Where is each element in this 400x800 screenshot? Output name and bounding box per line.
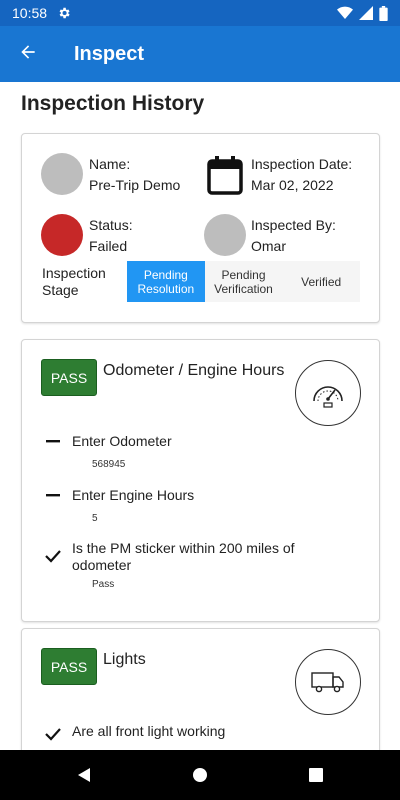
page-title: Inspection History [21,92,205,115]
settings-icon [57,6,71,20]
check-icon [45,728,61,741]
name-label: Name: [89,156,131,172]
item-answer: Pass [92,579,115,590]
pass-badge: PASS [41,359,97,396]
status-indicator [41,214,83,256]
cellular-icon [359,6,373,20]
inspection-summary-card: Name: Pre-Trip Demo Inspection Date: Mar… [21,133,380,323]
check-card-odometer[interactable]: PASS Odometer / Engine Hours Enter Odome… [21,339,380,622]
inspected-by-label: Inspected By: [251,217,336,233]
name-avatar [41,153,83,195]
item-question: Enter Odometer [72,433,172,449]
inspected-by-value: Omar [251,238,286,254]
check-title: Lights [103,651,146,668]
item-answer: 568945 [92,459,126,470]
truck-icon [295,649,361,715]
status-icons [337,5,388,21]
check-title: Odometer / Engine Hours [103,362,285,379]
stage-toggle: Pending Resolution Pending Verification … [127,261,360,302]
dash-icon [46,440,60,443]
item-question: Enter Engine Hours [72,487,195,503]
navigation-bar [0,750,400,800]
dash-icon [46,494,60,497]
status-value: Failed [89,238,128,254]
inspection-date-value: Mar 02, 2022 [251,177,334,193]
wifi-icon [337,6,353,20]
arrow-back-icon [18,42,38,67]
stage-pending-resolution-button[interactable]: Pending Resolution [127,261,205,302]
status-label: Status: [89,217,133,233]
name-value: Pre-Trip Demo [89,177,181,193]
app-bar: Inspect [0,26,400,82]
app-title: Inspect [74,42,145,65]
check-card-lights[interactable]: PASS Lights Are all front light working [21,628,380,750]
status-bar: 10:58 [0,0,400,26]
item-question: Is the PM sticker within 200 miles of od… [72,540,295,573]
battery-icon [379,5,388,21]
nav-home-icon [193,768,207,782]
nav-back-icon [78,768,90,782]
status-left: 10:58 [12,5,71,21]
speedometer-icon [295,360,361,426]
check-icon [45,550,61,563]
stage-verified-button[interactable]: Verified [282,261,360,302]
stage-label: Inspection Stage [42,265,106,298]
inspection-date-label: Inspection Date: [251,156,353,172]
pass-badge: PASS [41,648,97,685]
item-answer: 5 [92,513,98,524]
nav-recents-icon [309,768,323,782]
nav-recents-button[interactable] [258,750,374,800]
back-button[interactable] [0,26,56,82]
calendar-icon [207,155,243,200]
inspector-avatar [204,214,246,256]
content: Inspection History Name: Pre-Trip Demo I… [0,82,400,750]
nav-back-button[interactable] [26,750,142,800]
stage-pending-verification-button[interactable]: Pending Verification [205,261,283,302]
nav-home-button[interactable] [142,750,258,800]
item-question: Are all front light working [72,723,226,739]
status-time: 10:58 [12,5,48,21]
